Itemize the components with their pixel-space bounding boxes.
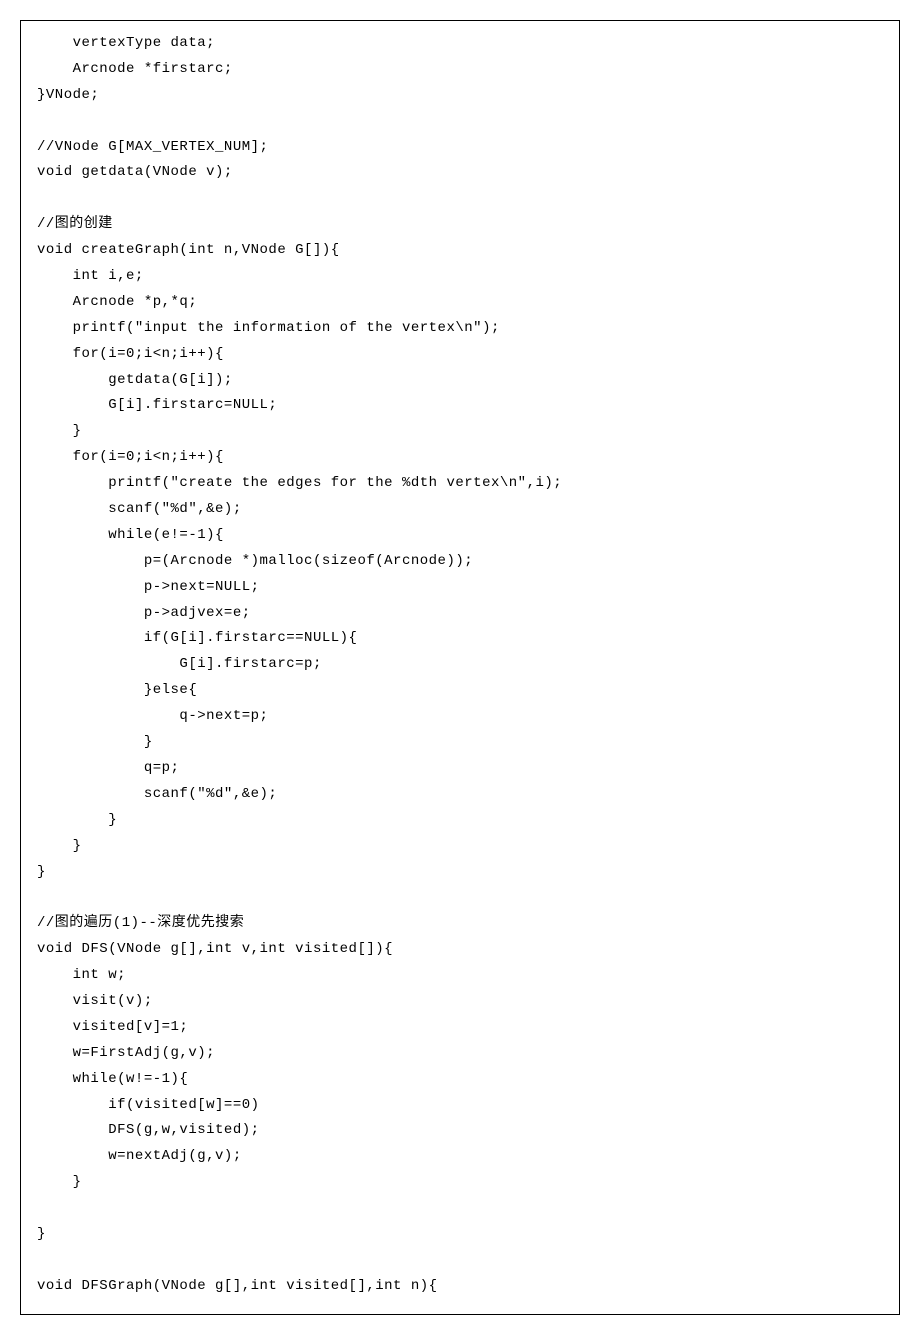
code-line: printf("create the edges for the %dth ve… [37, 471, 883, 497]
code-line [37, 1196, 883, 1222]
code-line: printf("input the information of the ver… [37, 316, 883, 342]
code-line: getdata(G[i]); [37, 368, 883, 394]
code-line [37, 186, 883, 212]
code-line: q=p; [37, 756, 883, 782]
code-line: } [37, 730, 883, 756]
code-line: visited[v]=1; [37, 1015, 883, 1041]
code-line: Arcnode *firstarc; [37, 57, 883, 83]
code-line: } [37, 1222, 883, 1248]
code-line: scanf("%d",&e); [37, 782, 883, 808]
code-line: G[i].firstarc=NULL; [37, 393, 883, 419]
code-line: G[i].firstarc=p; [37, 652, 883, 678]
code-line: visit(v); [37, 989, 883, 1015]
code-line: Arcnode *p,*q; [37, 290, 883, 316]
code-line [37, 885, 883, 911]
code-line: //图的创建 [37, 212, 883, 238]
code-line: for(i=0;i<n;i++){ [37, 445, 883, 471]
code-line: vertexType data; [37, 31, 883, 57]
code-line: }else{ [37, 678, 883, 704]
code-line: } [37, 834, 883, 860]
code-line [37, 109, 883, 135]
code-line: scanf("%d",&e); [37, 497, 883, 523]
code-line [37, 1248, 883, 1274]
code-line: void DFSGraph(VNode g[],int visited[],in… [37, 1274, 883, 1300]
code-line: p->adjvex=e; [37, 601, 883, 627]
code-line: //图的遍历(1)--深度优先搜索 [37, 911, 883, 937]
code-line: }VNode; [37, 83, 883, 109]
code-line: void getdata(VNode v); [37, 160, 883, 186]
code-line: void DFS(VNode g[],int v,int visited[]){ [37, 937, 883, 963]
code-line: DFS(g,w,visited); [37, 1118, 883, 1144]
code-line: for(i=0;i<n;i++){ [37, 342, 883, 368]
code-line: if(G[i].firstarc==NULL){ [37, 626, 883, 652]
code-line: if(visited[w]==0) [37, 1093, 883, 1119]
code-line: void createGraph(int n,VNode G[]){ [37, 238, 883, 264]
code-line: while(w!=-1){ [37, 1067, 883, 1093]
code-line: } [37, 808, 883, 834]
code-line: } [37, 860, 883, 886]
code-line: } [37, 1170, 883, 1196]
code-line: p=(Arcnode *)malloc(sizeof(Arcnode)); [37, 549, 883, 575]
code-line: w=FirstAdj(g,v); [37, 1041, 883, 1067]
code-line: q->next=p; [37, 704, 883, 730]
code-line: } [37, 419, 883, 445]
code-line: //VNode G[MAX_VERTEX_NUM]; [37, 135, 883, 161]
code-line: w=nextAdj(g,v); [37, 1144, 883, 1170]
code-line: while(e!=-1){ [37, 523, 883, 549]
code-line: p->next=NULL; [37, 575, 883, 601]
code-line: int w; [37, 963, 883, 989]
code-line: int i,e; [37, 264, 883, 290]
code-container: vertexType data; Arcnode *firstarc;}VNod… [20, 20, 900, 1315]
